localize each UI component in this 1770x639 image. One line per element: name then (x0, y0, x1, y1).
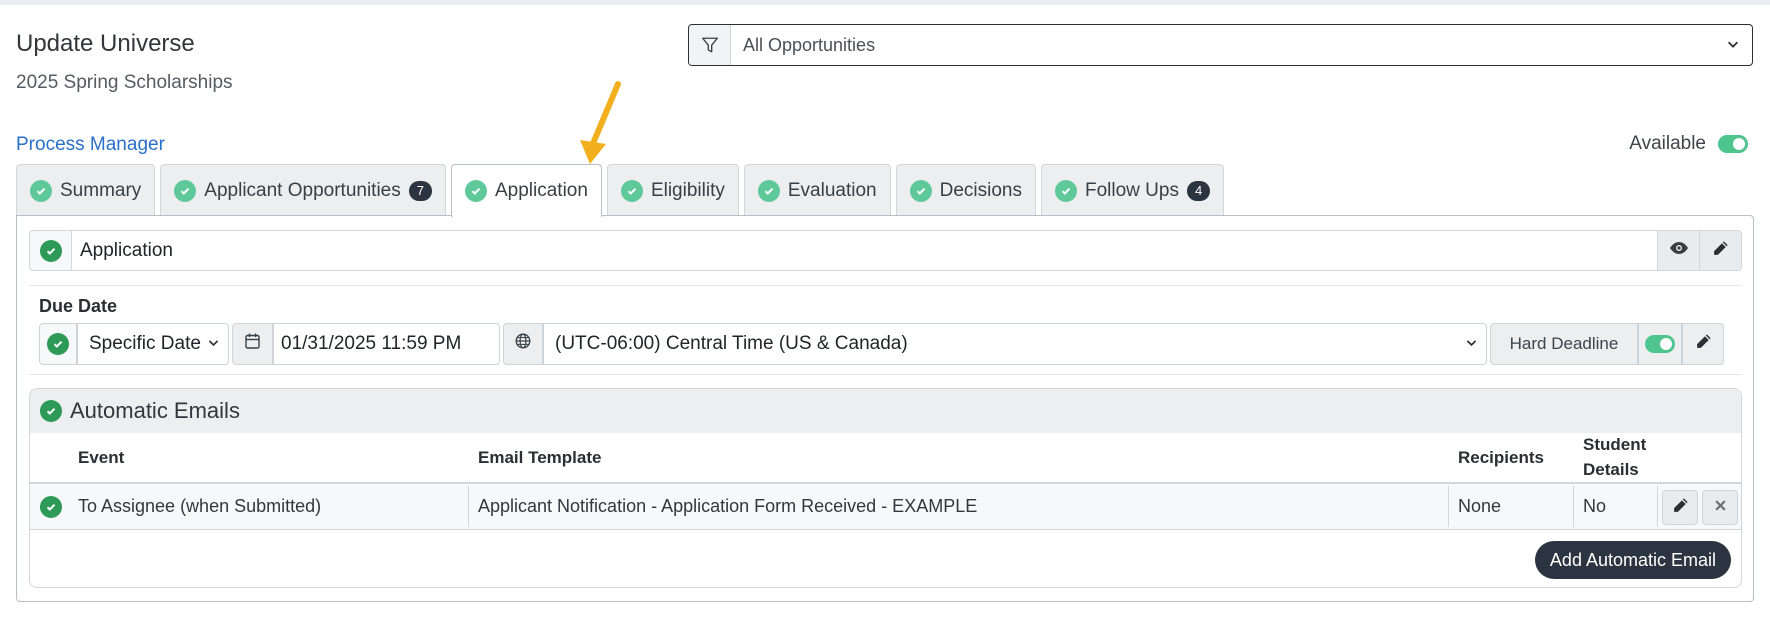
row-recipients: None (1458, 496, 1502, 516)
due-date-type-value: Specific Date (89, 333, 201, 354)
annotation-arrow-icon (580, 81, 621, 164)
process-manager-link[interactable]: Process Manager (16, 134, 165, 156)
timezone-value: (UTC-06:00) Central Time (US & Canada) (555, 333, 908, 354)
row-email-template: Applicant Notification - Application For… (478, 496, 978, 516)
table-header: Event Email Template Recipients Student … (30, 433, 1741, 484)
application-form-row: Application (29, 230, 1742, 271)
divider (29, 374, 1742, 375)
check-circle-icon (464, 180, 487, 202)
tab-applicant-opportunities[interactable]: Applicant Opportunities 7 (160, 164, 446, 216)
calendar-icon (245, 333, 260, 355)
due-date-controls: Specific Date 01/31/2025 11:59 PM (UTC-0… (39, 323, 1724, 365)
calendar-button[interactable] (232, 323, 273, 365)
tab-label: Summary (60, 179, 142, 201)
column-divider (1448, 486, 1449, 527)
tab-label: Follow Ups (1084, 179, 1179, 201)
tab-summary[interactable]: Summary (16, 164, 156, 216)
hard-deadline-toggle[interactable] (1645, 335, 1675, 353)
count-badge: 7 (408, 180, 432, 201)
column-divider (1657, 486, 1658, 527)
opportunity-filter[interactable]: All Opportunities (688, 24, 1753, 66)
column-header-student-details-line2: Details (1583, 460, 1639, 479)
tab-eligibility[interactable]: Eligibility (606, 164, 739, 216)
available-toggle[interactable] (1718, 135, 1748, 153)
tab-bar: Summary Applicant Opportunities 7 Applic… (16, 164, 1225, 217)
filter-icon (689, 25, 731, 65)
application-panel: Application Due Date Specific Date 01/31… (16, 215, 1754, 602)
chevron-down-icon (1726, 35, 1740, 56)
due-datetime-input[interactable]: 01/31/2025 11:59 PM (273, 323, 500, 365)
automatic-emails-header: Automatic Emails (30, 389, 1741, 433)
column-divider (468, 486, 469, 527)
delete-email-button[interactable] (1702, 490, 1738, 525)
check-circle-icon (757, 179, 780, 202)
row-student-details: No (1583, 496, 1607, 516)
check-circle-icon (909, 179, 932, 202)
divider (29, 285, 1742, 286)
tab-label: Decisions (939, 179, 1022, 201)
top-strip (0, 0, 1770, 5)
chevron-down-icon (207, 333, 220, 355)
check-circle-icon (174, 179, 197, 202)
check-circle-icon (40, 495, 62, 518)
timezone-button[interactable] (503, 323, 543, 365)
due-date-status (39, 323, 77, 365)
check-circle-icon (47, 333, 69, 355)
column-divider (1573, 486, 1574, 527)
globe-icon (515, 333, 531, 355)
edit-application-button[interactable] (1699, 231, 1741, 270)
edit-due-date-button[interactable] (1682, 323, 1724, 365)
application-name: Application (72, 231, 1657, 270)
chevron-down-icon (1465, 333, 1478, 355)
automatic-emails-title: Automatic Emails (70, 398, 240, 423)
pencil-icon (1672, 497, 1689, 519)
eye-icon (1669, 241, 1689, 260)
due-date-type-select[interactable]: Specific Date (77, 323, 229, 365)
tab-evaluation[interactable]: Evaluation (743, 164, 891, 216)
tab-label: Application (494, 180, 588, 201)
tab-decisions[interactable]: Decisions (895, 164, 1036, 216)
status-cell (30, 231, 72, 270)
page-subtitle: 2025 Spring Scholarships (16, 72, 233, 93)
preview-button[interactable] (1657, 231, 1699, 270)
check-circle-icon (620, 179, 643, 202)
check-circle-icon (39, 239, 62, 262)
timezone-select[interactable]: (UTC-06:00) Central Time (US & Canada) (543, 323, 1487, 365)
opportunity-select[interactable]: All Opportunities (731, 25, 1752, 65)
opportunity-select-value: All Opportunities (743, 34, 876, 55)
add-automatic-email-button[interactable]: Add Automatic Email (1534, 541, 1731, 579)
due-date-label: Due Date (39, 296, 118, 316)
table-row: To Assignee (when Submitted) Applicant N… (30, 484, 1741, 530)
check-circle-icon (30, 179, 52, 202)
row-event: To Assignee (when Submitted) (78, 496, 322, 516)
row-status (40, 484, 62, 529)
check-circle-icon (40, 400, 62, 422)
hard-deadline-label: Hard Deadline (1490, 323, 1638, 365)
available-toggle-group: Available (1629, 133, 1748, 155)
close-icon (1714, 499, 1727, 517)
tab-label: Eligibility (650, 179, 725, 201)
automatic-emails-card: Automatic Emails Event Email Template Re… (29, 388, 1742, 588)
available-label: Available (1629, 133, 1706, 154)
hard-deadline-toggle-cell (1638, 323, 1682, 365)
tab-label: Applicant Opportunities (204, 179, 401, 201)
tab-follow-ups[interactable]: Follow Ups 4 (1040, 164, 1225, 216)
check-circle-icon (1054, 179, 1077, 202)
count-badge: 4 (1186, 180, 1211, 201)
pencil-icon (1712, 240, 1729, 262)
column-header-recipients: Recipients (1458, 448, 1544, 467)
tab-label: Evaluation (787, 179, 877, 201)
tab-application[interactable]: Application (450, 164, 602, 217)
pencil-icon (1695, 333, 1712, 356)
column-header-email-template: Email Template (478, 448, 602, 467)
column-header-student-details-line1: Student (1583, 435, 1647, 454)
page-title: Update Universe (16, 30, 195, 57)
column-header-event: Event (78, 448, 125, 467)
edit-email-button[interactable] (1662, 490, 1698, 525)
